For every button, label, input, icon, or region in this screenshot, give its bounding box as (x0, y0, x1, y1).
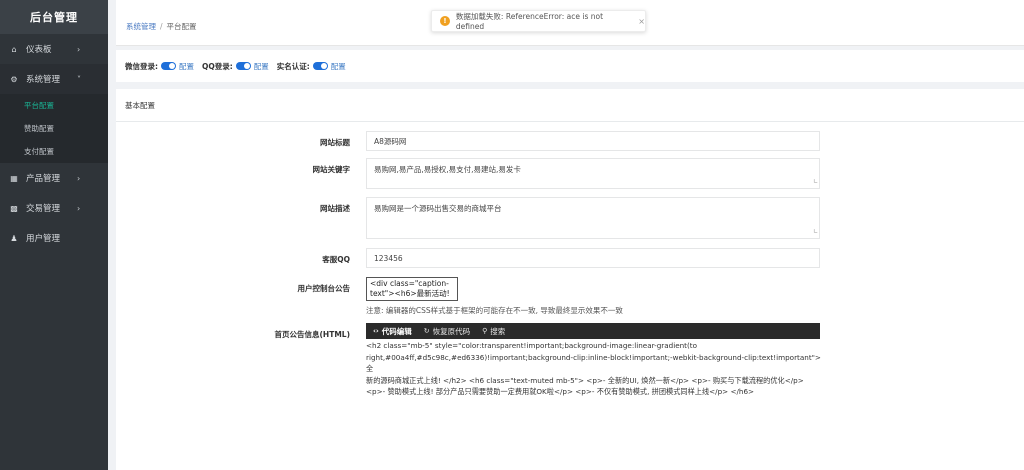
qq-login-toggle[interactable] (235, 62, 251, 70)
wechat-login-label: 微信登录: (125, 61, 158, 71)
tab-restore-code[interactable]: ↻ 恢复原代码 (424, 326, 470, 337)
resize-handle-icon[interactable]: ∟ (813, 176, 818, 187)
site-description-label: 网站描述 (320, 204, 350, 213)
box-icon: ▦ (10, 173, 18, 183)
refresh-icon: ↻ (423, 327, 430, 335)
service-qq-label: 客服QQ (322, 255, 350, 264)
tab-restore-code-label: 恢复原代码 (432, 326, 471, 336)
site-keywords-textarea[interactable]: 易购网,易产品,易授权,易支付,易建站,易发卡 ∟ (366, 158, 820, 189)
breadcrumb-current: 平台配置 (166, 22, 197, 31)
toast-message: 数据加载失败: ReferenceError: ace is not defin… (455, 12, 604, 31)
gear-icon: ⚙ (10, 74, 18, 84)
sidebar-item-label: 系统管理 (26, 75, 61, 85)
site-keywords-value: 易购网,易产品,易授权,易支付,易建站,易发卡 (374, 165, 521, 174)
code-line: <h2 class="mb-5" style="color:transparen… (366, 341, 698, 350)
wechat-login-toggle[interactable] (161, 62, 176, 70)
sidebar-item-system[interactable]: ⚙ 系统管理 ˅ (0, 64, 108, 94)
site-keywords-label: 网站关键字 (312, 165, 351, 174)
basic-config-panel: 基本配置 网站标题 A8源码网 网站关键字 易购网,易产品,易授权,易支付,易建… (116, 89, 1024, 470)
chevron-down-icon: ˅ (77, 74, 81, 84)
sidebar-subitem-platform-config[interactable]: 平台配置 (0, 94, 108, 117)
qq-login-label: QQ登录: (202, 61, 233, 71)
sidebar-subitem-sponsor-config[interactable]: 赞助配置 (0, 117, 108, 140)
user-icon: ♟ (10, 233, 18, 243)
site-title-input[interactable]: A8源码网 (366, 131, 820, 151)
chevron-right-icon: › (77, 203, 81, 213)
site-description-value: 易购网是一个源码出售交易的商城平台 (374, 204, 502, 213)
code-line: <p>- 赞助模式上线! 部分产品只需要赞助一定费用就OK啦</p> <p>- … (366, 387, 755, 396)
code-editor-toolbar: ‹› 代码编辑 ↻ 恢复原代码 ⚲ 搜索 (366, 323, 820, 339)
sidebar-item-products[interactable]: ▦ 产品管理 › (0, 163, 108, 193)
code-line: right,#00a4ff,#d5c98c,#ed6336)!important… (366, 352, 821, 374)
exchange-icon: ▩ (10, 203, 18, 213)
warning-icon: ! (440, 16, 450, 26)
panel-title: 基本配置 (116, 89, 1024, 122)
home-notice-code-area[interactable]: <h2 class="mb-5" style="color:transparen… (366, 340, 822, 398)
sidebar-title: 后台管理 (0, 0, 108, 34)
breadcrumb: 系统管理 / 平台配置 (126, 21, 197, 32)
realname-auth-toggle[interactable] (312, 62, 328, 70)
sidebar-item-label: 产品管理 (26, 174, 61, 184)
qq-config-link[interactable]: 配置 (254, 61, 269, 72)
realname-config-link[interactable]: 配置 (331, 61, 346, 72)
resize-handle-icon[interactable]: ∟ (813, 226, 818, 237)
sidebar-item-dashboard[interactable]: ⌂ 仪表板 › (0, 34, 108, 64)
breadcrumb-separator: / (160, 22, 163, 31)
tab-code-edit-label: 代码编辑 (381, 326, 412, 336)
chevron-right-icon: › (77, 44, 81, 54)
sidebar-item-label: 交易管理 (26, 204, 61, 214)
error-toast: ! 数据加载失败: ReferenceError: ace is not def… (431, 10, 646, 32)
login-toggles-bar: 微信登录: 配置 QQ登录: 配置 实名认证: 配置 (116, 50, 1024, 82)
user-notice-label: 用户控制台公告 (297, 284, 351, 293)
tab-search-label: 搜索 (490, 326, 506, 336)
tab-code-edit[interactable]: ‹› 代码编辑 (373, 326, 412, 337)
site-title-label: 网站标题 (320, 138, 350, 147)
sidebar-subitem-payment-config[interactable]: 支付配置 (0, 140, 108, 163)
wechat-config-link[interactable]: 配置 (179, 61, 194, 72)
close-icon[interactable]: × (638, 17, 645, 26)
home-icon: ⌂ (11, 44, 17, 54)
service-qq-input[interactable]: 123456 (366, 248, 820, 268)
sidebar: 后台管理 ⌂ 仪表板 › ⚙ 系统管理 ˅ 平台配置 赞助配置 支付配置 ▦ 产… (0, 0, 108, 470)
home-notice-label: 首页公告信息(HTML) (274, 330, 351, 339)
search-icon: ⚲ (482, 327, 488, 335)
tab-search[interactable]: ⚲ 搜索 (482, 326, 505, 337)
code-icon: ‹› (373, 327, 379, 335)
user-notice-textarea[interactable]: <div class="caption-text"><h6>最新活动! (366, 277, 458, 301)
sidebar-item-label: 用户管理 (26, 234, 61, 244)
sidebar-item-label: 仪表板 (26, 45, 52, 55)
breadcrumb-parent[interactable]: 系统管理 (126, 22, 156, 31)
code-line: 新的源码商城正式上线! </h2> <h6 class="text-muted … (366, 375, 804, 385)
site-description-textarea[interactable]: 易购网是一个源码出售交易的商城平台 ∟ (366, 197, 820, 239)
editor-style-note: 注意: 编辑器的CSS样式基于框架的可能存在不一致, 导致最终显示效果不一致 (366, 306, 623, 315)
realname-auth-label: 实名认证: (276, 61, 310, 71)
sidebar-item-users[interactable]: ♟ 用户管理 (0, 223, 108, 253)
top-bar: 系统管理 / 平台配置 ! 数据加载失败: ReferenceError: ace … (116, 0, 1024, 46)
sidebar-item-trades[interactable]: ▩ 交易管理 › (0, 193, 108, 223)
main-content: 系统管理 / 平台配置 ! 数据加载失败: ReferenceError: ace … (108, 0, 1024, 470)
chevron-right-icon: › (77, 173, 81, 183)
